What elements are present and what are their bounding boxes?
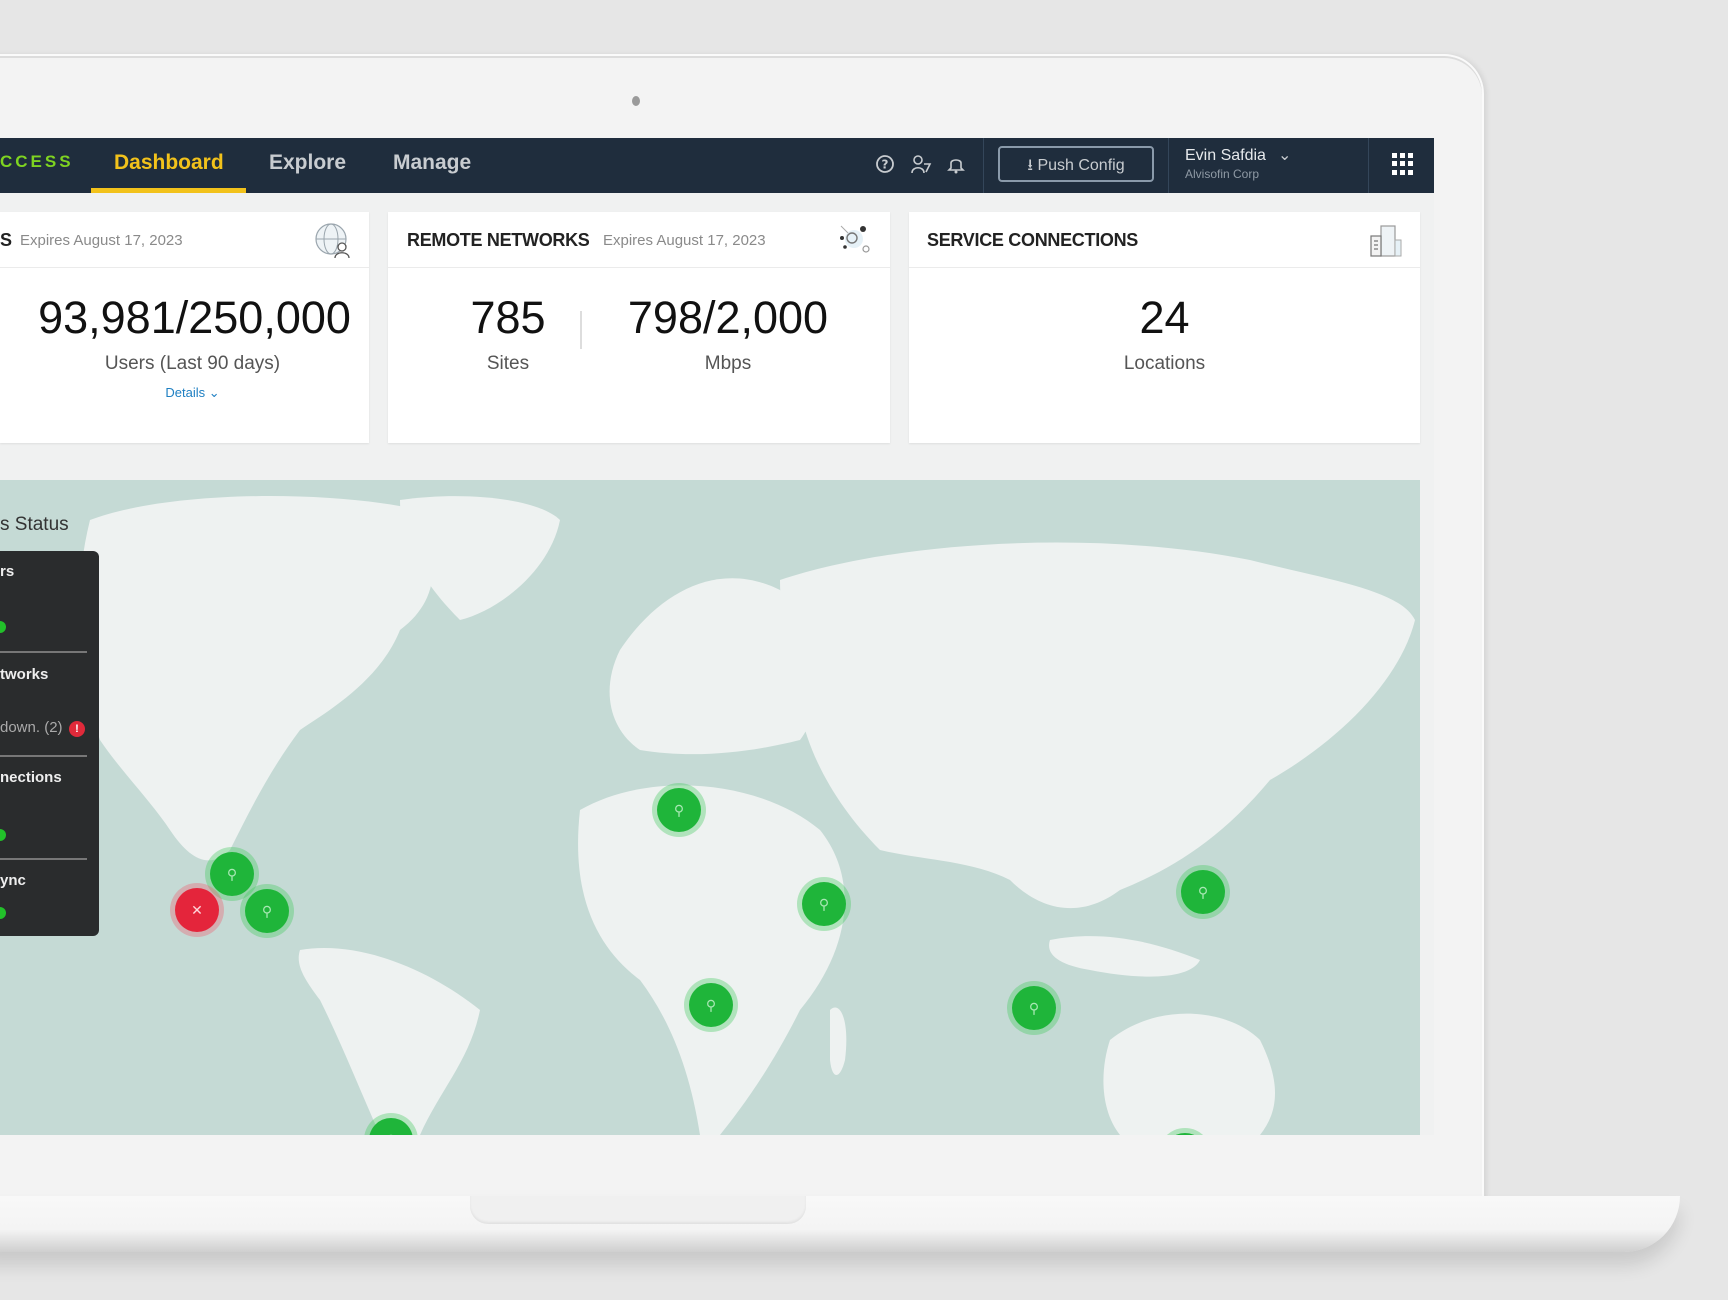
user-org: Alvisofin Corp [1185, 167, 1260, 181]
tab-dashboard[interactable]: Dashboard [114, 151, 224, 175]
globe-user-icon [314, 222, 352, 260]
location-marker-up[interactable]: ⚲ [210, 852, 254, 896]
tab-explore[interactable]: Explore [269, 151, 346, 175]
laptop-base [0, 1196, 1680, 1252]
madagascar [830, 1007, 847, 1075]
card-title: REMOTE NETWORKS [407, 230, 590, 250]
users-label: Users (Last 90 days) [104, 353, 281, 374]
locations-count: 24 [1139, 292, 1190, 343]
locations-label: Locations [1123, 353, 1206, 374]
users-count: 93,981/250,000 [38, 292, 351, 343]
app-screen: CCESS Dashboard Explore Manage ? ⭳ Push … [0, 138, 1434, 1135]
location-marker-up[interactable]: ⚲ [689, 983, 733, 1027]
card-header: SERVICE CONNECTIONS [909, 212, 1420, 268]
help-icon[interactable]: ? [874, 154, 896, 176]
apps-grid-icon[interactable] [1392, 153, 1414, 175]
nav-separator [1368, 138, 1369, 193]
mobile-users-card: S Expires August 17, 2023 93,981/250,000… [0, 212, 369, 443]
status-down-text: down. (2) [0, 719, 63, 736]
card-title: SERVICE CONNECTIONS [927, 230, 1139, 250]
bandwidth-label: Mbps [704, 353, 752, 374]
users-icon[interactable] [910, 154, 932, 176]
card-header: REMOTE NETWORKS Expires August 17, 2023 [388, 212, 890, 268]
bandwidth-value: 798/2,000 [627, 292, 829, 343]
expiry-date: Expires August 17, 2023 [603, 232, 766, 249]
network-nodes-icon [836, 222, 874, 260]
active-tab-indicator [91, 188, 246, 193]
user-name: Evin Safdia [1185, 147, 1266, 164]
south-america [298, 948, 480, 1135]
building-icon [1367, 222, 1405, 260]
world-status-map[interactable]: s Status rs tworks down. (2) ! nections … [0, 480, 1420, 1135]
card-title: S [0, 230, 12, 250]
location-marker-up[interactable]: ⚲ [657, 788, 701, 832]
svg-text:?: ? [882, 158, 889, 172]
location-marker-up[interactable]: ⚲ [1012, 986, 1056, 1030]
push-config-button[interactable]: ⭳ Push Config [998, 146, 1154, 182]
panel-divider [0, 858, 87, 860]
status-item-label[interactable]: nections [0, 769, 62, 786]
status-panel: rs tworks down. (2) ! nections ync [0, 551, 99, 936]
north-america [79, 496, 434, 861]
laptop-notch [470, 1196, 806, 1224]
sites-count: 785 [470, 292, 546, 343]
alert-icon: ! [69, 721, 85, 737]
location-marker-up[interactable]: ⚲ [245, 889, 289, 933]
nav-separator [983, 138, 984, 193]
details-link[interactable]: Details ⌄ [0, 385, 385, 401]
laptop-camera [632, 96, 640, 106]
card-header: S Expires August 17, 2023 [0, 212, 369, 268]
expiry-date: Expires August 17, 2023 [20, 232, 183, 249]
tab-manage[interactable]: Manage [393, 151, 471, 175]
africa [578, 785, 845, 1135]
location-marker-up[interactable]: ⚲ [802, 882, 846, 926]
top-navbar: CCESS Dashboard Explore Manage ? ⭳ Push … [0, 138, 1434, 193]
location-marker-down[interactable]: ✕ [175, 888, 219, 932]
status-item-label[interactable]: rs [0, 563, 14, 580]
push-config-icon: ⭳ [1027, 157, 1038, 174]
status-ok-dot [0, 907, 6, 919]
world-landmass [79, 496, 1415, 1135]
service-connections-card: SERVICE CONNECTIONS 24 Locations [909, 212, 1420, 443]
status-item-label[interactable]: ync [0, 872, 26, 889]
sites-label: Sites [486, 353, 530, 374]
location-marker-up[interactable]: ⚲ [1181, 870, 1225, 914]
status-item-label[interactable]: tworks [0, 666, 48, 683]
status-ok-dot [0, 621, 6, 633]
status-title: s Status [0, 514, 69, 535]
stat-divider [580, 311, 582, 349]
remote-networks-card: REMOTE NETWORKS Expires August 17, 2023 … [388, 212, 890, 443]
indonesia [1049, 936, 1200, 977]
panel-divider [0, 651, 87, 653]
status-ok-dot [0, 829, 6, 841]
brand-logo: CCESS [0, 152, 74, 171]
panel-divider [0, 755, 87, 757]
asia [780, 542, 1415, 909]
nav-separator [1168, 138, 1169, 193]
chevron-down-icon[interactable]: ⌄ [1278, 145, 1291, 165]
australia [1103, 1013, 1275, 1135]
bell-icon[interactable] [945, 154, 967, 176]
